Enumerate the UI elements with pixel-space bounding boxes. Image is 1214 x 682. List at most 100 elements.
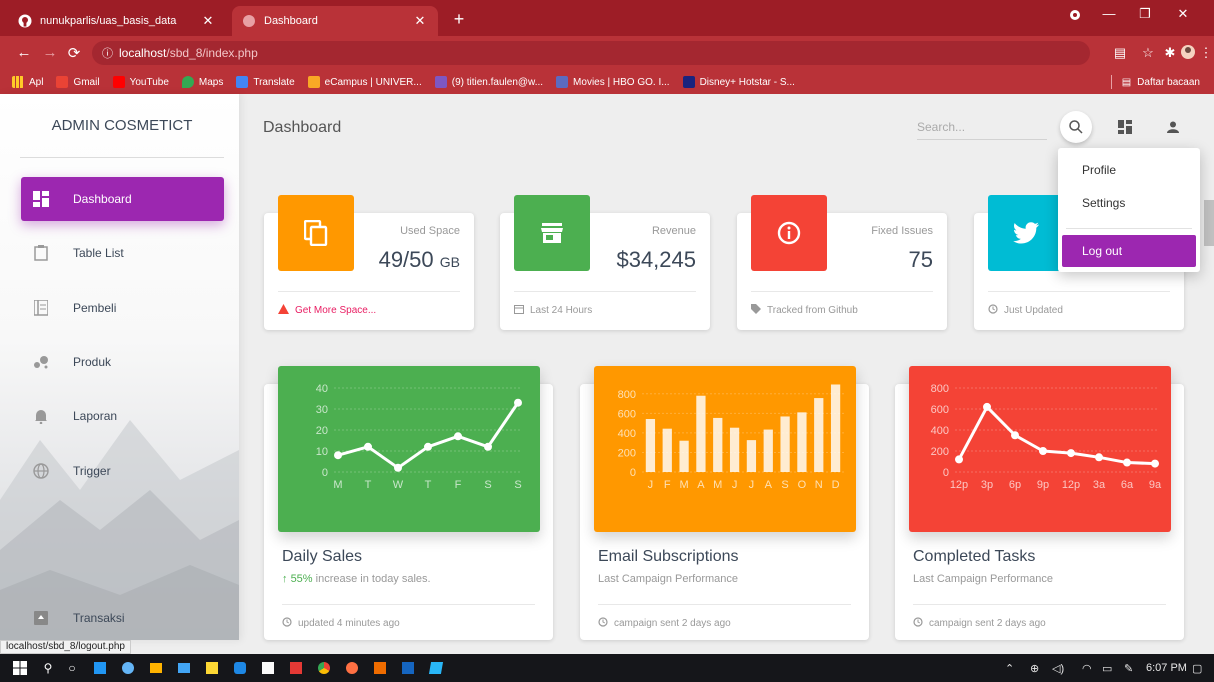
stat-category: Fixed Issues — [871, 225, 933, 237]
y-tick-label: 800 — [618, 389, 636, 401]
sidebar-item-trigger[interactable]: Trigger — [21, 449, 224, 493]
url-field[interactable]: ⓘ localhost/sbd_8/index.php — [92, 41, 1090, 65]
sidebar-item-dashboard[interactable]: Dashboard — [21, 177, 224, 221]
sidebar-item-produk[interactable]: Produk — [21, 340, 224, 384]
url-path: /sbd_8/index.php — [166, 46, 258, 60]
sidebar-item-laporan[interactable]: Laporan — [21, 394, 224, 438]
sidebar-item-label: Laporan — [73, 409, 118, 423]
taskbar-app-icon[interactable] — [372, 660, 388, 676]
profile-dropdown-menu: Profile Settings Log out — [1058, 148, 1200, 272]
scrollbar[interactable] — [1204, 200, 1214, 246]
reading-list[interactable]: ▤ Daftar bacaan — [1110, 75, 1200, 89]
bookmark-gmail[interactable]: Gmail — [56, 76, 100, 88]
search-icon[interactable]: ⚲ — [40, 660, 56, 676]
avatar[interactable] — [1178, 45, 1198, 62]
x-tick-label: W — [393, 479, 404, 491]
word-icon[interactable] — [400, 660, 416, 676]
reload-icon[interactable]: ⟳ — [64, 44, 84, 62]
reading-list-label: Daftar bacaan — [1137, 76, 1200, 88]
taskbar-app-icon[interactable] — [92, 660, 108, 676]
info-icon[interactable]: ⓘ — [102, 45, 113, 61]
bar — [645, 419, 656, 472]
y-tick-label: 400 — [618, 428, 636, 440]
bookmark-youtube[interactable]: YouTube — [112, 76, 169, 88]
clipboard-icon — [31, 243, 51, 263]
taskbar-app-icon[interactable] — [204, 660, 220, 676]
browser-tab-github[interactable]: nunukparlis/uas_basis_data ✕ — [8, 6, 226, 36]
bookmark-mail[interactable]: (9) titien.faulen@w... — [434, 76, 543, 88]
sidebar-item-table-list[interactable]: Table List — [21, 231, 224, 275]
clock-time[interactable]: 6:07 PM — [1146, 662, 1187, 674]
bookmark-translate[interactable]: Translate — [236, 76, 295, 88]
calendar-icon — [514, 304, 524, 317]
bookmark-ecampus[interactable]: eCampus | UNIVER... — [307, 76, 422, 88]
notification-icon[interactable]: ▢ — [1192, 662, 1202, 675]
y-tick-label: 0 — [322, 467, 328, 479]
forward-icon[interactable]: → — [40, 44, 60, 61]
taskbar-app-icon[interactable] — [232, 660, 248, 676]
bar — [797, 412, 807, 472]
chart-card-email-subscriptions: 0 200 400 600 800 J F M A M J J A S O N D Email Subscrip… — [580, 366, 869, 640]
bookmark-apps[interactable]: Apl — [12, 76, 43, 88]
profile-dot-icon[interactable] — [1060, 6, 1090, 24]
cortana-icon[interactable]: ○ — [64, 660, 80, 676]
menu-item-settings[interactable]: Settings — [1062, 187, 1196, 219]
volume-icon[interactable]: ◁) — [1052, 662, 1064, 675]
close-window-icon[interactable]: ✕ — [1168, 6, 1198, 22]
bookmark-hotstar[interactable]: Disney+ Hotstar - S... — [682, 76, 795, 88]
windows-start-icon[interactable] — [12, 660, 28, 676]
bookmark-maps[interactable]: Maps — [181, 76, 224, 88]
y-tick-label: 40 — [316, 383, 328, 395]
restore-icon[interactable]: ❐ — [1130, 6, 1160, 22]
dashboard-icon[interactable] — [1114, 116, 1136, 138]
browser-tab-dashboard[interactable]: Dashboard ✕ — [232, 6, 438, 36]
bookmarks-bar: Apl Gmail YouTube Maps Translate eCampus… — [0, 70, 1214, 94]
translate-icon — [236, 76, 249, 88]
new-tab-button[interactable]: + — [448, 9, 470, 31]
taskbar-app-icon[interactable] — [344, 660, 360, 676]
minimize-icon[interactable]: — — [1094, 6, 1124, 21]
stat-footer-text: Last 24 Hours — [530, 305, 593, 316]
data-point — [1151, 459, 1159, 468]
close-icon[interactable]: ✕ — [200, 13, 216, 29]
close-icon[interactable]: ✕ — [412, 13, 428, 29]
get-more-space-link[interactable]: Get More Space... — [295, 305, 376, 316]
increase-text: increase in today sales. — [312, 573, 431, 585]
person-icon[interactable] — [1162, 116, 1184, 138]
taskbar-app-icon[interactable] — [148, 660, 164, 676]
menu-item-profile[interactable]: Profile — [1062, 154, 1196, 186]
divider — [751, 291, 933, 292]
battery-icon[interactable]: ▭ — [1102, 662, 1112, 675]
chart-title: Completed Tasks — [913, 548, 1036, 565]
stat-value-unit: GB — [439, 254, 460, 270]
chart-footer: campaign sent 2 days ago — [598, 617, 731, 630]
data-point — [955, 455, 963, 464]
network-icon[interactable]: ⊕ — [1030, 662, 1039, 675]
x-tick-label: 12p — [950, 479, 968, 491]
menu-item-logout[interactable]: Log out — [1062, 235, 1196, 267]
clock-icon — [598, 617, 608, 630]
vscode-icon[interactable] — [428, 660, 444, 676]
taskbar-app-icon[interactable] — [288, 660, 304, 676]
bookmark-label: Maps — [198, 76, 224, 88]
brand-title[interactable]: ADMIN COSMETICT — [20, 94, 224, 158]
pen-icon[interactable]: ✎ — [1124, 662, 1133, 675]
back-icon[interactable]: ← — [14, 44, 34, 61]
bookmark-label: Gmail — [73, 76, 100, 88]
extensions-icon[interactable]: ✱ — [1160, 45, 1180, 61]
stat-value: 75 — [908, 247, 933, 272]
sidebar-item-pembeli[interactable]: Pembeli — [21, 286, 224, 330]
translate-page-icon[interactable]: ▤ — [1110, 45, 1130, 61]
star-icon[interactable]: ☆ — [1138, 45, 1158, 61]
sidebar-item-transaksi[interactable]: Transaksi — [21, 596, 224, 640]
taskbar-app-icon[interactable] — [120, 660, 136, 676]
taskbar-app-icon[interactable] — [176, 660, 192, 676]
bookmark-hbo[interactable]: Movies | HBO GO. I... — [556, 76, 670, 88]
wifi-icon[interactable]: ◠ — [1082, 662, 1092, 675]
chevron-up-icon[interactable]: ⌃ — [1005, 662, 1014, 675]
search-button[interactable] — [1060, 111, 1092, 143]
search-input[interactable] — [917, 116, 1047, 138]
chrome-icon[interactable] — [316, 660, 332, 676]
taskbar-app-icon[interactable] — [260, 660, 276, 676]
menu-icon[interactable]: ⋮ — [1196, 45, 1214, 61]
